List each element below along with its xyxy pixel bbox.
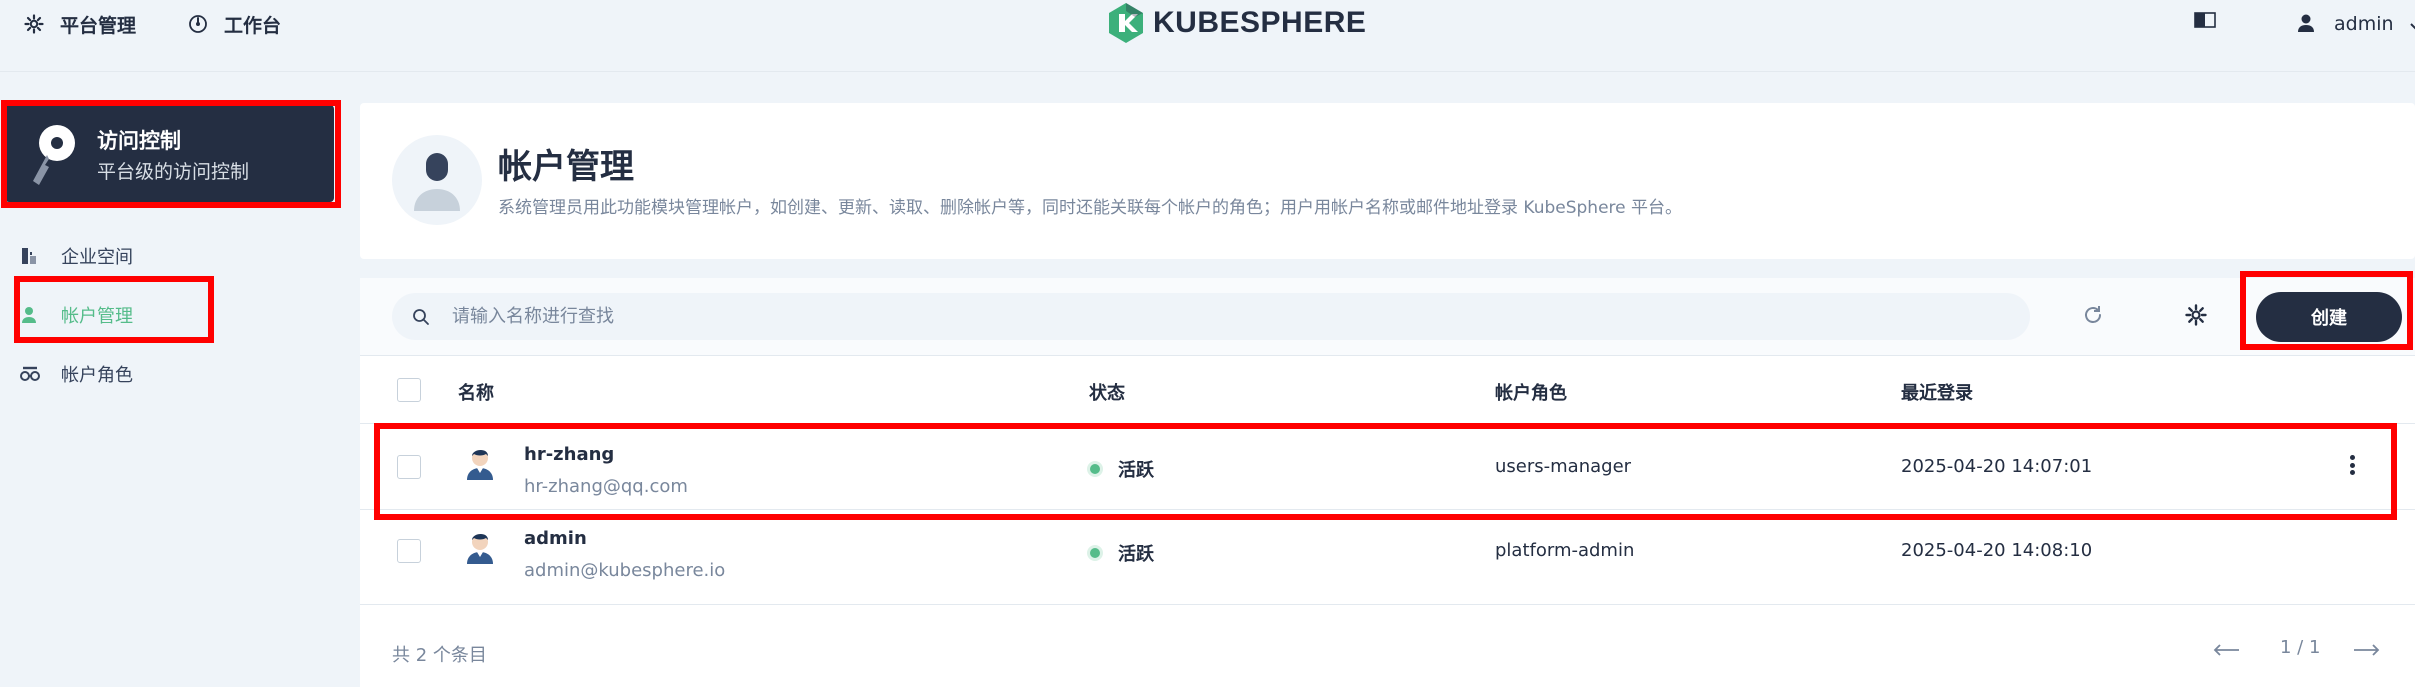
user-role: platform-admin bbox=[1495, 540, 1635, 561]
total-count: 共 2 个条目 bbox=[392, 645, 487, 666]
search-box[interactable] bbox=[392, 293, 2030, 340]
status-badge: 活跃 bbox=[1090, 456, 1154, 482]
user-name: admin bbox=[2334, 13, 2394, 35]
last-login: 2025-04-20 14:07:01 bbox=[1901, 456, 2093, 477]
sidebar-item-label: 帐户角色 bbox=[61, 365, 133, 386]
row-checkbox[interactable] bbox=[397, 539, 421, 563]
key-icon bbox=[27, 123, 83, 187]
user-email: hr-zhang@qq.com bbox=[524, 476, 688, 497]
docs-icon[interactable] bbox=[2194, 12, 2218, 34]
user-avatar-icon bbox=[464, 530, 496, 564]
workbench-menu[interactable]: 工作台 bbox=[186, 10, 281, 38]
table-row[interactable]: hr-zhang hr-zhang@qq.com 活跃 users-manage… bbox=[360, 423, 2415, 509]
status-label: 活跃 bbox=[1118, 460, 1154, 481]
user-name-link[interactable]: hr-zhang bbox=[524, 444, 614, 465]
table-toolbar: 创建 bbox=[360, 278, 2415, 356]
sidebar-item-label: 帐户管理 bbox=[61, 306, 133, 327]
search-icon bbox=[412, 308, 430, 326]
sidebar-item-roles[interactable]: 帐户角色 bbox=[20, 359, 133, 389]
workbench-label: 工作台 bbox=[224, 14, 282, 37]
users-header-icon bbox=[392, 135, 482, 225]
row-checkbox[interactable] bbox=[397, 455, 421, 479]
table-row[interactable]: admin admin@kubesphere.io 活跃 platform-ad… bbox=[360, 509, 2415, 595]
users-list-card: 创建 名称 状态 帐户角色 最近登录 hr-zhang hr-zhang@qq.… bbox=[360, 278, 2415, 687]
platform-management-menu[interactable]: 平台管理 bbox=[22, 10, 136, 38]
status-dot-icon bbox=[1090, 548, 1100, 558]
page-title: 帐户管理 bbox=[498, 147, 634, 187]
access-control-subtitle: 平台级的访问控制 bbox=[97, 161, 250, 183]
kubesphere-logo[interactable]: KUBESPHERE bbox=[1107, 0, 1366, 46]
status-label: 活跃 bbox=[1118, 544, 1154, 565]
user-email: admin@kubesphere.io bbox=[524, 560, 726, 581]
more-actions-icon[interactable] bbox=[2342, 452, 2362, 478]
gear-icon[interactable] bbox=[2184, 303, 2210, 329]
sidebar-item-label: 企业空间 bbox=[61, 247, 133, 268]
refresh-icon[interactable] bbox=[2081, 303, 2107, 329]
user-role: users-manager bbox=[1495, 456, 1632, 477]
column-header-name[interactable]: 名称 bbox=[458, 379, 494, 405]
column-header-status[interactable]: 状态 bbox=[1089, 379, 1125, 405]
user-avatar-icon bbox=[464, 446, 496, 480]
user-avatar-icon bbox=[2296, 13, 2318, 35]
dashboard-icon bbox=[186, 12, 210, 36]
table-footer: 共 2 个条目 1 / 1 bbox=[360, 604, 2415, 674]
column-header-role[interactable]: 帐户角色 bbox=[1495, 379, 1567, 405]
page-description: 系统管理员用此功能模块管理帐户，如创建、更新、读取、删除帐户等，同时还能关联每个… bbox=[498, 198, 1683, 218]
roles-icon bbox=[20, 364, 40, 384]
access-control-card: 访问控制 平台级的访问控制 bbox=[5, 105, 334, 202]
access-control-title: 访问控制 bbox=[97, 129, 181, 153]
page-header: 帐户管理 系统管理员用此功能模块管理帐户，如创建、更新、读取、删除帐户等，同时还… bbox=[360, 103, 2415, 259]
search-input[interactable] bbox=[452, 306, 1952, 327]
logo-text: KUBESPHERE bbox=[1153, 6, 1367, 39]
table-header: 名称 状态 帐户角色 最近登录 bbox=[360, 357, 2415, 423]
top-bar: 平台管理 工作台 KUBESPHERE admin bbox=[0, 0, 2415, 72]
kubesphere-logo-icon bbox=[1109, 3, 1143, 43]
user-icon bbox=[20, 305, 40, 325]
next-page-icon[interactable] bbox=[2353, 641, 2381, 662]
column-header-last-login[interactable]: 最近登录 bbox=[1901, 379, 1973, 405]
status-badge: 活跃 bbox=[1090, 540, 1154, 566]
user-name-link[interactable]: admin bbox=[524, 528, 587, 549]
prev-page-icon[interactable] bbox=[2212, 641, 2240, 662]
sidebar-item-workspaces[interactable]: 企业空间 bbox=[20, 241, 133, 271]
user-menu[interactable]: admin bbox=[2296, 10, 2415, 38]
gear-icon bbox=[22, 12, 46, 36]
page-indicator: 1 / 1 bbox=[2280, 637, 2321, 658]
sidebar-item-users[interactable]: 帐户管理 bbox=[20, 300, 133, 330]
status-dot-icon bbox=[1090, 464, 1100, 474]
last-login: 2025-04-20 14:08:10 bbox=[1901, 540, 2093, 561]
workspace-icon bbox=[20, 246, 40, 266]
chevron-down-icon bbox=[2409, 13, 2415, 35]
platform-management-label: 平台管理 bbox=[60, 14, 137, 37]
create-button[interactable]: 创建 bbox=[2256, 292, 2402, 342]
select-all-checkbox[interactable] bbox=[397, 378, 421, 402]
